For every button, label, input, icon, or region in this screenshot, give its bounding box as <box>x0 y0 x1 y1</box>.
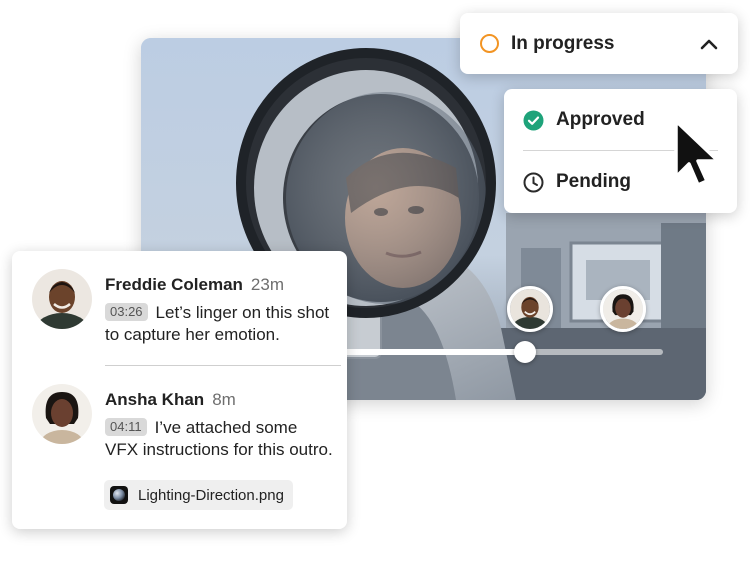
comment-author: Freddie Coleman <box>105 275 243 294</box>
check-circle-icon <box>523 110 544 130</box>
avatar <box>32 384 92 444</box>
in-progress-status-icon <box>480 34 499 53</box>
avatar-freddie-icon <box>510 289 550 329</box>
comment-body: 03:26 Let’s linger on this shot to captur… <box>105 302 335 346</box>
comment-body: 04:11 I’ve attached some VFX instructions… <box>105 417 335 461</box>
avatar <box>32 269 92 329</box>
comment-divider <box>105 365 341 366</box>
avatar-ansha-icon <box>32 384 92 444</box>
chevron-up-icon[interactable] <box>700 38 718 50</box>
video-timestamp-badge[interactable]: 03:26 <box>105 303 148 321</box>
comments-panel: Freddie Coleman 23m 03:26 Let’s linger on… <box>12 251 347 529</box>
avatar-ansha-icon <box>603 289 643 329</box>
scrubber-handle[interactable] <box>513 341 536 363</box>
comment-marker-ansha-khan[interactable] <box>600 286 646 332</box>
image-thumbnail-icon <box>110 486 128 504</box>
scrubber-progress <box>341 349 525 355</box>
comment-marker-freddie-coleman[interactable] <box>507 286 553 332</box>
status-current-label: In progress <box>511 32 615 54</box>
comment-time: 8m <box>212 390 236 409</box>
attachment-filename: Lighting-Direction.png <box>138 486 284 504</box>
status-dropdown[interactable]: In progress <box>460 13 738 74</box>
video-timestamp-badge[interactable]: 04:11 <box>105 418 147 436</box>
mouse-pointer-icon <box>674 119 720 187</box>
video-scrubber[interactable] <box>341 349 663 355</box>
attachment-chip[interactable]: Lighting-Direction.png <box>104 480 293 510</box>
avatar-freddie-icon <box>32 269 92 329</box>
clock-icon <box>523 172 544 192</box>
status-option-label: Approved <box>556 109 645 130</box>
comment-author: Ansha Khan <box>105 390 205 409</box>
comment-time: 23m <box>250 275 284 294</box>
status-option-label: Pending <box>556 171 631 192</box>
